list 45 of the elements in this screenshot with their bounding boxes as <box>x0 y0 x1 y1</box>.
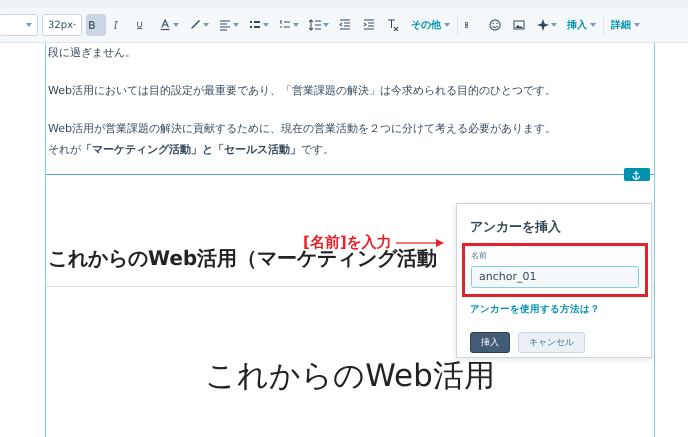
advanced-menu[interactable]: 詳細 <box>608 18 643 32</box>
indent-icon <box>363 19 375 31</box>
insert-button[interactable]: 挿入 <box>470 332 510 352</box>
more-menu[interactable]: その他 <box>408 18 453 32</box>
anchor-icon <box>632 168 642 180</box>
name-input[interactable]: anchor_01 <box>471 266 639 288</box>
paragraph: Web活用が営業課題の解決に貢献するために、現在の営業活動を２つに分けて考える必要があります。 <box>47 121 557 137</box>
underline-icon <box>137 19 145 31</box>
paragraph: それが「マーケティング活動」と「セールス活動」です。 <box>47 142 335 158</box>
line-height-icon <box>309 19 321 31</box>
dialog-title: アンカーを挿入 <box>470 218 562 236</box>
pen-icon <box>189 19 201 31</box>
caret-icon <box>26 23 32 27</box>
smiley-icon <box>489 19 501 31</box>
sparkle-icon <box>537 19 549 31</box>
caret-icon <box>73 23 76 27</box>
insert-menu[interactable]: 挿入 <box>564 18 599 32</box>
caret-icon <box>444 23 450 27</box>
caret-icon <box>293 23 299 27</box>
outdent-icon <box>339 19 351 31</box>
caret-icon <box>551 23 557 27</box>
caret-icon <box>203 23 209 27</box>
font-size-value: 32px <box>48 20 73 30</box>
bullet-list-icon <box>249 19 261 31</box>
bold-icon <box>89 19 97 31</box>
caret-icon <box>263 23 269 27</box>
arrow-icon <box>396 238 444 246</box>
font-size-select[interactable]: 32px <box>42 14 82 36</box>
caret-icon <box>634 23 640 27</box>
page-heading: これからのWeb活用 <box>204 357 496 396</box>
image-icon <box>513 19 525 31</box>
field-label: 名前 <box>471 250 488 261</box>
text-color-icon <box>161 19 171 31</box>
align-icon <box>219 19 231 31</box>
caret-icon <box>323 23 329 27</box>
caret-icon <box>590 23 596 27</box>
help-link[interactable]: アンカーを使用する方法は？ <box>470 302 648 316</box>
anchor-tag[interactable] <box>624 168 650 181</box>
cancel-button[interactable]: キャンセル <box>518 332 585 352</box>
paragraph: 段に過ぎません。 <box>47 45 137 61</box>
paragraph: Web活用においては目的設定が最重要であり、「営業課題の解決」は今求められる目的のひとつです。 <box>47 83 557 99</box>
caret-icon <box>173 23 179 27</box>
clear-format-icon <box>387 19 399 31</box>
bold-button[interactable] <box>86 14 106 36</box>
caret-icon <box>233 23 239 27</box>
